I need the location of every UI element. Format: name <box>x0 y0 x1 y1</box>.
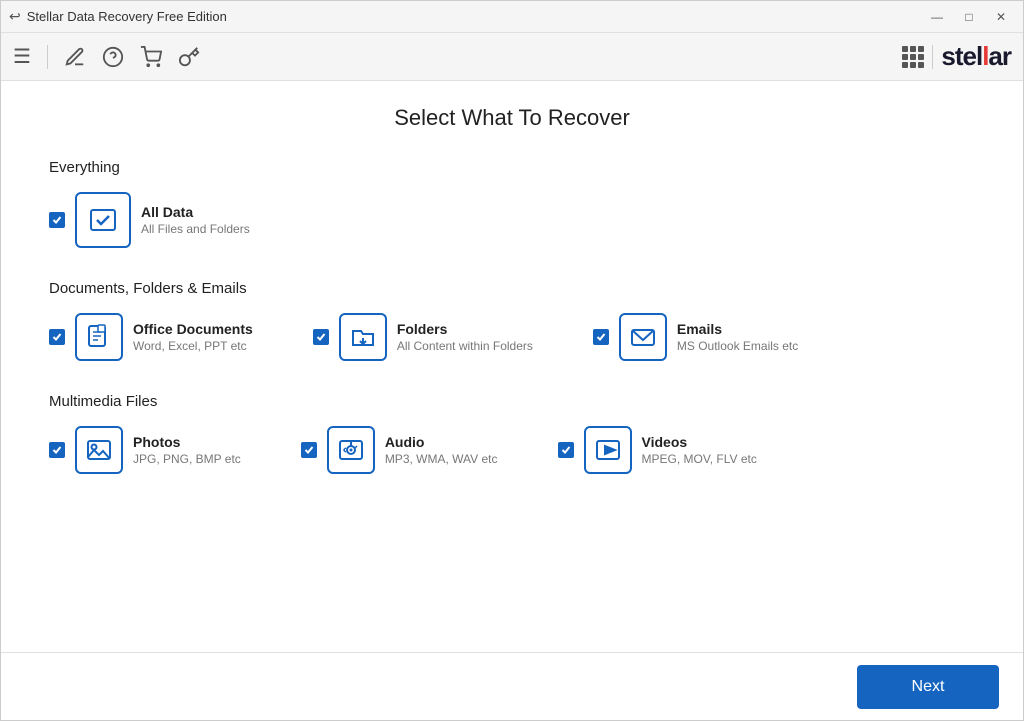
toolbar-right: stellar <box>902 41 1011 72</box>
all-data-subtitle: All Files and Folders <box>141 222 250 236</box>
maximize-button[interactable]: □ <box>955 7 983 27</box>
next-button[interactable]: Next <box>857 665 999 709</box>
videos-icon-box <box>584 426 632 474</box>
videos-title: Videos <box>642 434 757 450</box>
folders-text: Folders All Content within Folders <box>397 321 533 353</box>
photos-icon-box <box>75 426 123 474</box>
window-controls: — □ ✕ <box>923 7 1015 27</box>
key-icon[interactable] <box>178 46 200 68</box>
toolbar-left: ☰ <box>13 44 200 69</box>
section-multimedia: Multimedia Files <box>49 393 975 474</box>
hamburger-menu-icon[interactable]: ☰ <box>13 44 31 69</box>
checkbox-office-documents[interactable] <box>49 329 65 345</box>
emails-text: Emails MS Outlook Emails etc <box>677 321 798 353</box>
minimize-button[interactable]: — <box>923 7 951 27</box>
emails-title: Emails <box>677 321 798 337</box>
item-emails: Emails MS Outlook Emails etc <box>593 313 798 361</box>
office-documents-title: Office Documents <box>133 321 253 337</box>
multimedia-items-row: Photos JPG, PNG, BMP etc <box>49 426 975 474</box>
all-data-title: All Data <box>141 204 250 220</box>
checkbox-all-data-wrap <box>49 212 65 228</box>
emails-icon-box <box>619 313 667 361</box>
app-window: ↩ Stellar Data Recovery Free Edition — □… <box>0 0 1024 721</box>
folders-title: Folders <box>397 321 533 337</box>
all-data-icon-box <box>75 192 131 248</box>
office-documents-icon-box <box>75 313 123 361</box>
checkbox-folders[interactable] <box>313 329 329 345</box>
section-documents-label: Documents, Folders & Emails <box>49 280 975 297</box>
item-all-data: All Data All Files and Folders <box>49 192 250 248</box>
title-bar-left: ↩ Stellar Data Recovery Free Edition <box>9 8 227 25</box>
checkbox-all-data[interactable] <box>49 212 65 228</box>
footer: Next <box>1 652 1023 720</box>
item-folders: Folders All Content within Folders <box>313 313 533 361</box>
section-everything-label: Everything <box>49 159 975 176</box>
audio-subtitle: MP3, WMA, WAV etc <box>385 452 498 466</box>
close-button[interactable]: ✕ <box>987 7 1015 27</box>
brand-logo: stellar <box>941 41 1011 72</box>
photos-subtitle: JPG, PNG, BMP etc <box>133 452 241 466</box>
checkbox-emails[interactable] <box>593 329 609 345</box>
item-videos: Videos MPEG, MOV, FLV etc <box>558 426 757 474</box>
videos-text: Videos MPEG, MOV, FLV etc <box>642 434 757 466</box>
audio-icon-box <box>327 426 375 474</box>
office-documents-subtitle: Word, Excel, PPT etc <box>133 339 253 353</box>
window-title: Stellar Data Recovery Free Edition <box>27 9 227 24</box>
emails-subtitle: MS Outlook Emails etc <box>677 339 798 353</box>
audio-text: Audio MP3, WMA, WAV etc <box>385 434 498 466</box>
help-icon[interactable] <box>102 46 124 68</box>
item-audio: Audio MP3, WMA, WAV etc <box>301 426 498 474</box>
edit-icon[interactable] <box>64 46 86 68</box>
section-everything: Everything <box>49 159 975 248</box>
photos-text: Photos JPG, PNG, BMP etc <box>133 434 241 466</box>
videos-subtitle: MPEG, MOV, FLV etc <box>642 452 757 466</box>
checkbox-audio[interactable] <box>301 442 317 458</box>
cart-icon[interactable] <box>140 46 162 68</box>
toolbar-divider-1 <box>47 45 48 69</box>
section-multimedia-label: Multimedia Files <box>49 393 975 410</box>
app-icon: ↩ <box>9 8 21 25</box>
photos-title: Photos <box>133 434 241 450</box>
checkbox-videos[interactable] <box>558 442 574 458</box>
main-content: Select What To Recover Everything <box>1 81 1023 652</box>
office-documents-text: Office Documents Word, Excel, PPT etc <box>133 321 253 353</box>
checkbox-photos[interactable] <box>49 442 65 458</box>
toolbar-divider-2 <box>932 45 933 69</box>
audio-title: Audio <box>385 434 498 450</box>
everything-items-row: All Data All Files and Folders <box>49 192 975 248</box>
item-office-documents: Office Documents Word, Excel, PPT etc <box>49 313 253 361</box>
folders-icon-box <box>339 313 387 361</box>
section-documents: Documents, Folders & Emails <box>49 280 975 361</box>
folders-subtitle: All Content within Folders <box>397 339 533 353</box>
title-bar: ↩ Stellar Data Recovery Free Edition — □… <box>1 1 1023 33</box>
apps-grid-icon[interactable] <box>902 46 924 68</box>
brand-text: stellar <box>941 41 1011 72</box>
page-title: Select What To Recover <box>49 105 975 131</box>
all-data-text: All Data All Files and Folders <box>141 204 250 236</box>
toolbar: ☰ <box>1 33 1023 81</box>
item-photos: Photos JPG, PNG, BMP etc <box>49 426 241 474</box>
documents-items-row: Office Documents Word, Excel, PPT etc <box>49 313 975 361</box>
